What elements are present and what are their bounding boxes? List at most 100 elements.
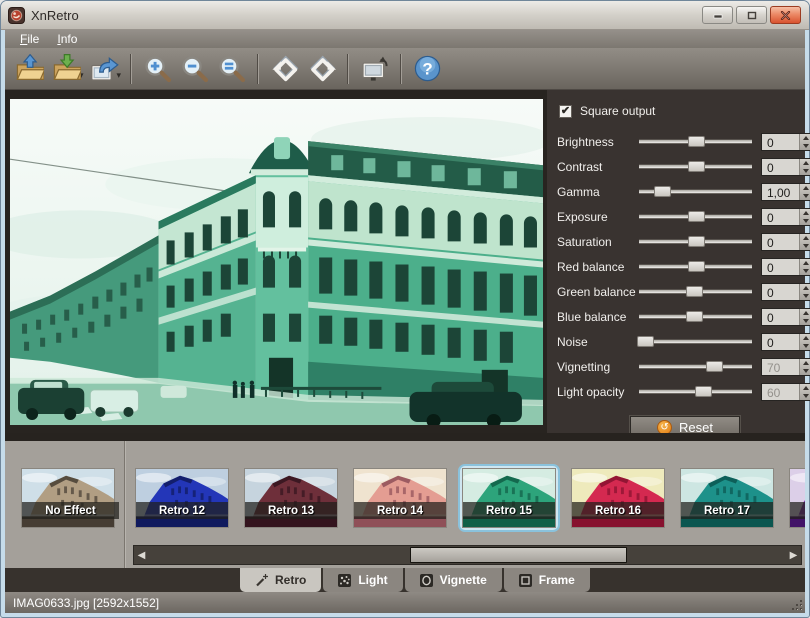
- noise-value: 0: [762, 334, 799, 350]
- green-balance-spin-down-button[interactable]: [800, 292, 810, 300]
- effect-thumbnail-label: Retro 17: [681, 502, 773, 519]
- contrast-slider-thumb[interactable]: [688, 161, 705, 172]
- light-opacity-spin-down-button[interactable]: [800, 392, 810, 400]
- scroll-track[interactable]: [149, 546, 786, 564]
- exposure-spinbox[interactable]: 0: [761, 208, 810, 226]
- brightness-spin-up-button[interactable]: [800, 134, 810, 142]
- noise-spin-down-button[interactable]: [800, 342, 810, 350]
- red-balance-spinbox[interactable]: 0: [761, 258, 810, 276]
- light-opacity-slider-thumb[interactable]: [695, 386, 712, 397]
- zoom-in-button[interactable]: [139, 51, 176, 87]
- rotate-left-button[interactable]: [266, 51, 303, 87]
- contrast-spinbox[interactable]: 0: [761, 158, 810, 176]
- rotate-right-button[interactable]: [303, 51, 340, 87]
- brightness-spin-down-button[interactable]: [800, 142, 810, 150]
- effect-thumbnail-retro-16[interactable]: Retro 16: [567, 464, 669, 532]
- effect-thumbnail-label: Retro 16: [572, 502, 664, 519]
- zoom-out-button[interactable]: [176, 51, 213, 87]
- open-folder-button[interactable]: [11, 51, 48, 87]
- scroll-thumb[interactable]: [410, 547, 627, 563]
- red-balance-slider[interactable]: [639, 264, 752, 269]
- export-button[interactable]: [86, 51, 123, 87]
- tab-label: Light: [358, 573, 387, 587]
- vignetting-label: Vignetting: [557, 360, 639, 374]
- green-balance-slider[interactable]: [639, 289, 752, 294]
- brightness-spinbox[interactable]: 0: [761, 133, 810, 151]
- set-wallpaper-button[interactable]: [356, 51, 393, 87]
- red-balance-spin-down-button[interactable]: [800, 267, 810, 275]
- noise-spin-up-button[interactable]: [800, 334, 810, 342]
- gamma-slider-thumb[interactable]: [654, 186, 671, 197]
- save-folder-button[interactable]: [48, 51, 85, 87]
- saturation-spin-up-button[interactable]: [800, 234, 810, 242]
- blue-balance-spinbox[interactable]: 0: [761, 308, 810, 326]
- saturation-slider[interactable]: [639, 239, 752, 244]
- light-opacity-spin-up-button[interactable]: [800, 384, 810, 392]
- saturation-slider-thumb[interactable]: [688, 236, 705, 247]
- status-text: IMAG0633.jpg [2592x1552]: [13, 596, 159, 610]
- exposure-slider[interactable]: [639, 214, 752, 219]
- contrast-spin-up-button[interactable]: [800, 159, 810, 167]
- gamma-slider[interactable]: [639, 189, 752, 194]
- scroll-left-button[interactable]: ◀: [134, 546, 149, 564]
- saturation-row: Saturation0: [557, 229, 797, 254]
- saturation-spinbox[interactable]: 0: [761, 233, 810, 251]
- gamma-spin-up-button[interactable]: [800, 184, 810, 192]
- tab-retro[interactable]: Retro: [240, 568, 321, 592]
- tab-frame[interactable]: Frame: [504, 568, 590, 592]
- exposure-spin-up-button[interactable]: [800, 209, 810, 217]
- menu-item-info[interactable]: Info: [48, 31, 86, 47]
- blue-balance-spin-up-button[interactable]: [800, 309, 810, 317]
- noise-slider[interactable]: [639, 339, 752, 344]
- exposure-spin-down-button[interactable]: [800, 217, 810, 225]
- blue-balance-slider-thumb[interactable]: [686, 311, 703, 322]
- vignetting-slider-thumb[interactable]: [706, 361, 723, 372]
- vignetting-spinbox[interactable]: 70: [761, 358, 810, 376]
- brightness-slider-thumb[interactable]: [688, 136, 705, 147]
- tab-light[interactable]: Light: [323, 568, 402, 592]
- red-balance-spin-up-button[interactable]: [800, 259, 810, 267]
- noise-spinbox[interactable]: 0: [761, 333, 810, 351]
- green-balance-spin-up-button[interactable]: [800, 284, 810, 292]
- effect-thumbnail-retro-14[interactable]: Retro 14: [349, 464, 451, 532]
- close-button[interactable]: [770, 6, 801, 24]
- light-opacity-spinbox[interactable]: 60: [761, 383, 810, 401]
- up-arrow-icon: [803, 186, 809, 190]
- noise-slider-thumb[interactable]: [637, 336, 654, 347]
- zoom-fit-button[interactable]: [213, 51, 250, 87]
- svg-text:?: ?: [422, 60, 432, 79]
- effect-thumbnail-retro-12[interactable]: Retro 12: [131, 464, 233, 532]
- exposure-slider-thumb[interactable]: [688, 211, 705, 222]
- resize-grip[interactable]: [792, 600, 803, 611]
- gamma-spin-down-button[interactable]: [800, 192, 810, 200]
- red-balance-slider-thumb[interactable]: [688, 261, 705, 272]
- tab-label: Retro: [275, 573, 306, 587]
- vignetting-slider[interactable]: [639, 364, 752, 369]
- effect-thumbnail-retro-15[interactable]: Retro 15: [458, 464, 560, 532]
- scroll-right-button[interactable]: ▶: [786, 546, 801, 564]
- gamma-row: Gamma1,00: [557, 179, 797, 204]
- saturation-spin-down-button[interactable]: [800, 242, 810, 250]
- effect-thumbnail-no-effect[interactable]: No Effect: [17, 464, 124, 532]
- menu-item-file[interactable]: File: [11, 31, 48, 47]
- green-balance-slider-thumb[interactable]: [686, 286, 703, 297]
- blue-balance-slider[interactable]: [639, 314, 752, 319]
- contrast-spin-down-button[interactable]: [800, 167, 810, 175]
- blue-balance-label: Blue balance: [557, 310, 639, 324]
- tab-vignette[interactable]: Vignette: [405, 568, 502, 592]
- effect-thumbnail-retro-17[interactable]: Retro 17: [676, 464, 778, 532]
- help-button[interactable]: ?: [409, 51, 446, 87]
- gamma-spinbox[interactable]: 1,00: [761, 183, 810, 201]
- minimize-button[interactable]: [702, 6, 733, 24]
- square-output-checkbox[interactable]: ✔: [559, 105, 572, 118]
- light-opacity-slider[interactable]: [639, 389, 752, 394]
- brightness-slider[interactable]: [639, 139, 752, 144]
- vignetting-spin-up-button[interactable]: [800, 359, 810, 367]
- maximize-button[interactable]: [736, 6, 767, 24]
- effect-thumbnail-retro-13[interactable]: Retro 13: [240, 464, 342, 532]
- contrast-slider[interactable]: [639, 164, 752, 169]
- vignetting-spin-down-button[interactable]: [800, 367, 810, 375]
- blue-balance-spin-down-button[interactable]: [800, 317, 810, 325]
- green-balance-spinbox[interactable]: 0: [761, 283, 810, 301]
- effect-thumbnail-retro-18[interactable]: Retro 18: [785, 464, 805, 532]
